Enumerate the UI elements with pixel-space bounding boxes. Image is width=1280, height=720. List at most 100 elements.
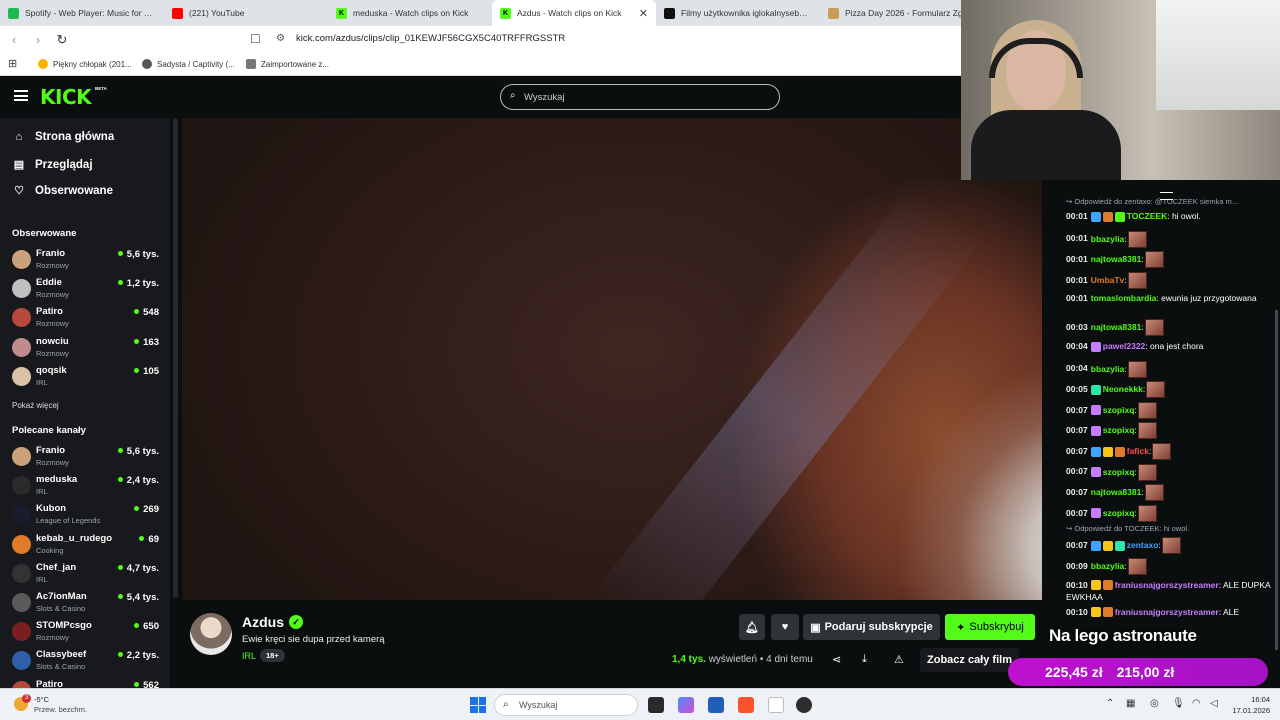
chat-username[interactable]: Neonekkk — [1103, 384, 1143, 394]
weather-widget[interactable]: 3 -5°C Przew. bezchm. — [10, 694, 130, 718]
sidebar-scrollbar[interactable] — [173, 118, 178, 598]
chat-timestamp: 00:01 — [1066, 274, 1088, 285]
sidebar-channel-item[interactable]: meduska IRL 2,4 tys. — [12, 473, 162, 499]
chat-username[interactable]: szopixq — [1103, 466, 1135, 476]
sidebar-channel-item[interactable]: Kubon League of Legends 269 — [12, 502, 162, 528]
copilot-icon[interactable] — [678, 697, 694, 713]
chat-username[interactable]: pawel2322 — [1103, 341, 1146, 351]
clock-date: 17.01.2026 — [1232, 706, 1270, 715]
browser-tab[interactable]: Kmeduska - Watch clips on Kick — [328, 0, 492, 26]
volume-icon[interactable]: ◁ — [1210, 698, 1218, 709]
bookmark-icon[interactable]: ☐ — [250, 32, 261, 46]
channel-name[interactable]: Azdus — [242, 614, 284, 630]
channel-category: IRL — [36, 487, 48, 497]
subscribe-button[interactable]: ✦ Subskrybuj — [945, 614, 1035, 640]
sidebar-item-browse[interactable]: ▤ Przeglądaj — [12, 158, 93, 172]
tray-expand-icon[interactable]: ⌃ — [1106, 698, 1114, 709]
chat-username[interactable]: fafick — [1127, 446, 1149, 456]
report-icon[interactable]: ⚠ — [894, 653, 904, 666]
chat-username[interactable]: szopixq — [1103, 425, 1135, 435]
chat-username[interactable]: szopixq — [1103, 405, 1135, 415]
sidebar-channel-item[interactable]: Patiro Rozmowy 548 — [12, 305, 162, 331]
watch-full-video-button[interactable]: Zobacz cały film — [920, 648, 1019, 672]
chat-scrollbar[interactable] — [1275, 310, 1278, 650]
avatar[interactable] — [190, 613, 232, 655]
chat-username[interactable]: UmbaTv — [1091, 275, 1125, 285]
sidebar-channel-item[interactable]: STOMPcsgo Rozmowy 650 — [12, 619, 162, 645]
notification-bell-button[interactable]: 🔔︎ — [739, 614, 765, 640]
chat-badge-icon — [1090, 607, 1101, 618]
chat-username[interactable]: bbazylia — [1091, 363, 1125, 373]
browser-tab[interactable]: (221) YouTube — [164, 0, 328, 26]
apps-grid-icon[interactable]: ⊞ — [8, 57, 17, 70]
chat-timestamp: 00:09 — [1066, 560, 1088, 571]
share-icon[interactable]: ⋖ — [832, 653, 841, 666]
taskbar-search-input[interactable]: ⌕ Wyszukaj — [494, 694, 638, 716]
chat-username[interactable]: zentaxo — [1127, 540, 1159, 550]
chat-username[interactable]: bbazylia — [1091, 561, 1125, 571]
emote-icon — [1137, 422, 1157, 440]
obs-icon[interactable] — [796, 697, 812, 713]
kick-logo[interactable]: KICK — [40, 85, 92, 109]
sidebar-item-home[interactable]: ⌂ Strona główna — [12, 131, 115, 143]
bookmark-item[interactable]: Zaimportowane z... — [246, 59, 329, 69]
start-menu-icon[interactable] — [470, 697, 486, 713]
sidebar-channel-item[interactable]: nowciu Rozmowy 163 — [12, 335, 162, 361]
chat-message: 00:10 franiusnajgorszystreamer: ALE DUPKA… — [1066, 579, 1276, 603]
tray-app-icon[interactable]: ▦ — [1126, 698, 1135, 709]
show-more-link[interactable]: Pokaż więcej — [12, 401, 59, 410]
chat-username[interactable]: najtowa8381 — [1091, 254, 1142, 264]
url-field[interactable]: kick.com/azdus/clips/clip_01KEWJF56CGX5C… — [296, 33, 565, 44]
notepad-icon[interactable] — [768, 697, 784, 713]
sidebar-channel-item[interactable]: Franio Rozmowy 5,6 tys. — [12, 247, 162, 273]
menu-icon[interactable] — [14, 90, 28, 101]
browser-tab[interactable]: Pizza Day 2026 - Formularz Zgło... — [820, 0, 984, 26]
sidebar-channel-item[interactable]: Classybeef Slots & Casino 2,2 tys. — [12, 648, 162, 674]
chat-username[interactable]: franiusnajgorszystreamer — [1115, 580, 1219, 590]
chat-username[interactable]: TOCZEEK — [1127, 211, 1167, 221]
bookmark-item[interactable]: Piękny chłopak (201... — [38, 59, 132, 69]
browser-tab[interactable]: Spotify - Web Player: Music for every... — [0, 0, 164, 26]
site-info-icon[interactable]: ⚙ — [276, 33, 285, 44]
browser-tab[interactable]: K Azdus - Watch clips on Kick ✕ — [492, 0, 656, 26]
back-icon[interactable]: ‹ — [4, 32, 24, 47]
download-icon[interactable]: ⤓ — [862, 653, 867, 666]
chat-username[interactable]: franiusnajgorszystreamer — [1115, 607, 1219, 617]
sidebar-channel-item[interactable]: Patiro 562 — [12, 678, 162, 688]
brave-browser-icon[interactable] — [738, 697, 754, 713]
microphone-icon[interactable]: 🎙︎ — [1172, 698, 1185, 709]
chat-username[interactable]: najtowa8381 — [1091, 487, 1142, 497]
browser-tab[interactable]: Filmy użytkownika iglokalnyseba (@... — [656, 0, 820, 26]
chat-message: 00:07 szopixq: — [1066, 422, 1276, 440]
tab-label: Spotify - Web Player: Music for every... — [25, 8, 156, 18]
wifi-icon[interactable]: ◠ — [1192, 698, 1201, 709]
sidebar-channel-item[interactable]: Franio Rozmowy 5,6 tys. — [12, 444, 162, 470]
close-tab-icon[interactable]: ✕ — [639, 7, 648, 20]
task-view-icon[interactable] — [648, 697, 664, 713]
chat-username[interactable]: najtowa8381 — [1091, 322, 1142, 332]
sidebar-channel-item[interactable]: kebab_u_rudego Cooking 69 — [12, 532, 162, 558]
chat-username[interactable]: szopixq — [1103, 508, 1135, 518]
search-icon: ⌕ — [510, 90, 516, 101]
chat-username[interactable]: bbazylia — [1091, 233, 1125, 243]
chat-menu-icon[interactable] — [1160, 192, 1173, 200]
gift-subscription-button[interactable]: ▣ Podaruj subskrypcje — [803, 614, 940, 640]
system-clock[interactable]: 16:04 17.01.2026 — [1226, 694, 1270, 716]
sidebar-channel-item[interactable]: qoqsik IRL 105 — [12, 364, 162, 390]
follow-button[interactable]: ♥ — [771, 614, 799, 640]
sidebar-channel-item[interactable]: Eddie Rozmowy 1,2 tys. — [12, 276, 162, 302]
category-link[interactable]: IRL — [242, 651, 256, 661]
store-icon[interactable] — [708, 697, 724, 713]
bookmark-item[interactable]: Sadysta / Captivity (... — [142, 59, 235, 69]
chat-username[interactable]: tomaslombardia — [1091, 293, 1157, 303]
tray-app-icon[interactable]: ◎ — [1150, 698, 1159, 709]
sidebar-item-following[interactable]: ♡ Obserwowane — [12, 184, 113, 198]
sidebar-channel-item[interactable]: Chef_jan IRL 4,7 tys. — [12, 561, 162, 587]
search-input[interactable]: ⌕ Wyszukaj — [500, 84, 780, 110]
forward-icon[interactable]: › — [28, 32, 48, 47]
sidebar-channel-item[interactable]: Ac7ionMan Slots & Casino 5,4 tys. — [12, 590, 162, 616]
reload-icon[interactable]: ↻ — [52, 32, 72, 48]
chat-timestamp: 00:07 — [1066, 466, 1088, 477]
chat-reply-context: ↪ Odpowiedź do TOCZEEK: hi owol. — [1066, 524, 1190, 534]
video-player[interactable] — [182, 118, 1042, 600]
